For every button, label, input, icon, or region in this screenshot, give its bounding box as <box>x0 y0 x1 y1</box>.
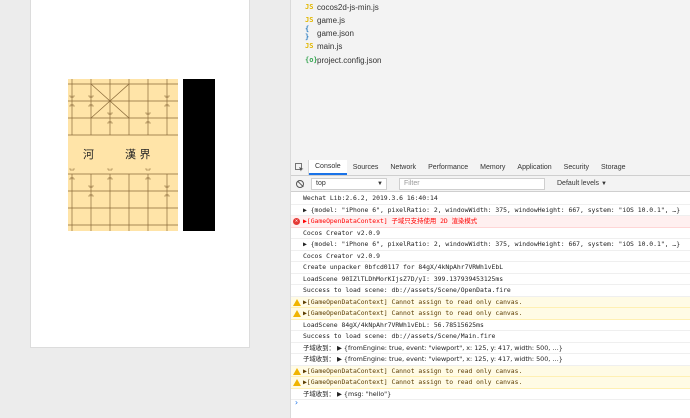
console-message: ▶ {model: "iPhone 6", pixelRatio: 2, win… <box>303 240 681 248</box>
console-message: Cocos Creator v2.0.9 <box>303 251 380 260</box>
console-prompt[interactable]: › <box>294 398 299 407</box>
log-levels-select[interactable]: Default levels ▼ <box>557 178 607 190</box>
console-line: Cocos Creator v2.0.9 <box>291 228 690 239</box>
console-warning-line[interactable]: ▶[GameOpenDataContext] Cannot assign to … <box>291 365 690 377</box>
simulator-panel: 河 漢 界 <box>0 0 290 418</box>
warning-icon <box>293 310 301 317</box>
shared-canvas-panel <box>183 79 215 231</box>
warning-icon <box>293 298 301 306</box>
tab-security[interactable]: Security <box>558 160 595 175</box>
console-line: LoadScene 90IZlTLDhMorKIjsZ7D/yI: 399.13… <box>291 274 690 285</box>
chess-board[interactable]: 河 漢 界 <box>68 79 178 231</box>
console-message: 子域收到： ▶ {fromEngine: true, event: "viewp… <box>303 355 563 363</box>
console-line[interactable]: 子域收到： ▶ {msg: "hello"} <box>291 389 690 400</box>
console-line[interactable]: ▶ {model: "iPhone 6", pixelRatio: 2, win… <box>291 205 690 216</box>
console-warning-line[interactable]: ▶[GameOpenDataContext] Cannot assign to … <box>291 377 690 389</box>
console-message: Cocos Creator v2.0.9 <box>303 228 380 237</box>
tab-sources[interactable]: Sources <box>347 160 385 175</box>
chevron-down-icon: ▼ <box>377 181 383 187</box>
inspect-element-icon[interactable] <box>291 160 309 175</box>
console-message: Success to load scene: db://assets/Scene… <box>303 286 511 294</box>
file-name: main.js <box>317 41 343 51</box>
chevron-down-icon: ▼ <box>600 181 607 187</box>
log-levels-label: Default levels <box>557 180 600 187</box>
ide-window: 河 漢 界 JS cocos2d-js-min.js JS game.js { … <box>0 0 690 418</box>
file-item[interactable]: { } game.json <box>305 25 354 41</box>
console-message: ▶ {model: "iPhone 6", pixelRatio: 2, win… <box>303 205 681 214</box>
console-message: ▶[GameOpenDataContext] 子域只支持使用 2D 渲染模式 <box>303 217 478 225</box>
tab-console[interactable]: Console <box>309 160 347 175</box>
console-message: 子域收到： ▶ {fromEngine: true, event: "viewp… <box>303 343 563 352</box>
file-item[interactable]: {o} project.config.json <box>305 53 381 67</box>
file-name: game.json <box>317 28 354 38</box>
console-warning-line[interactable]: ▶[GameOpenDataContext] Cannot assign to … <box>291 308 690 320</box>
js-file-icon: JS <box>305 42 314 50</box>
tab-network[interactable]: Network <box>384 160 422 175</box>
context-value: top <box>316 180 326 187</box>
console-toolbar: top ▼ Filter Default levels ▼ <box>291 176 690 192</box>
warning-icon <box>293 379 301 386</box>
river-label-right: 漢 界 <box>125 148 151 161</box>
file-name: game.js <box>317 15 346 25</box>
console-message: LoadScene 84gX/4kNpAhr7VRWh1vEbL: 56.785… <box>303 320 484 329</box>
file-name: cocos2d-js-min.js <box>317 2 379 12</box>
console-message: ▶[GameOpenDataContext] Cannot assign to … <box>303 366 523 375</box>
tab-memory[interactable]: Memory <box>474 160 511 175</box>
console-message: ▶[GameOpenDataContext] Cannot assign to … <box>303 309 523 317</box>
file-item[interactable]: JS main.js <box>305 39 342 53</box>
console-warning-line[interactable]: ▶[GameOpenDataContext] Cannot assign to … <box>291 296 690 308</box>
error-icon: ✕ <box>293 218 300 225</box>
console-line: Wechat Lib:2.6.2, 2019.3.6 16:40:14 <box>291 193 690 205</box>
devtools-panel: Console Sources Network Performance Memo… <box>290 160 690 418</box>
console-message: 子域收到： ▶ {msg: "hello"} <box>303 389 392 398</box>
file-tree: JS cocos2d-js-min.js JS game.js { } game… <box>290 0 690 160</box>
console-line: Cocos Creator v2.0.9 <box>291 251 690 262</box>
console-line[interactable]: ▶ {model: "iPhone 6", pixelRatio: 2, win… <box>291 239 690 251</box>
tab-performance[interactable]: Performance <box>422 160 474 175</box>
console-line: Create unpacker 0bfcd0117 for 84gX/4kNpA… <box>291 262 690 274</box>
file-name: project.config.json <box>317 55 382 65</box>
console-message: ▶[GameOpenDataContext] Cannot assign to … <box>303 378 523 386</box>
river-label-left: 河 <box>83 148 94 161</box>
console-message: ▶[GameOpenDataContext] Cannot assign to … <box>303 297 523 306</box>
tab-storage[interactable]: Storage <box>595 160 632 175</box>
console-message: Create unpacker 0bfcd0117 for 84gX/4kNpA… <box>303 263 504 271</box>
console-message: LoadScene 90IZlTLDhMorKIjsZ7D/yI: 399.13… <box>303 274 504 283</box>
file-item[interactable]: JS cocos2d-js-min.js <box>305 0 379 14</box>
console-line: Success to load scene: db://assets/Scene… <box>291 285 690 297</box>
console-message: Success to load scene: db://assets/Scene… <box>303 332 496 340</box>
console-message: Wechat Lib:2.6.2, 2019.3.6 16:40:14 <box>303 194 438 202</box>
console-line: LoadScene 84gX/4kNpAhr7VRWh1vEbL: 56.785… <box>291 320 690 331</box>
context-select[interactable]: top ▼ <box>311 178 387 190</box>
filter-input[interactable]: Filter <box>399 178 545 190</box>
phone-screen[interactable]: 河 漢 界 <box>30 0 250 348</box>
console-line[interactable]: 子域收到： ▶ {fromEngine: true, event: "viewp… <box>291 343 690 354</box>
console-output[interactable]: Wechat Lib:2.6.2, 2019.3.6 16:40:14 ▶ {m… <box>291 193 690 418</box>
console-line: Success to load scene: db://assets/Scene… <box>291 331 690 343</box>
config-file-icon: {o} <box>305 56 318 64</box>
warning-icon <box>293 367 301 375</box>
tab-application[interactable]: Application <box>511 160 557 175</box>
console-error-line[interactable]: ✕ ▶[GameOpenDataContext] 子域只支持使用 2D 渲染模式 <box>291 216 690 228</box>
js-file-icon: JS <box>305 16 314 24</box>
devtools-tabbar: Console Sources Network Performance Memo… <box>291 160 690 176</box>
console-line[interactable]: 子域收到： ▶ {fromEngine: true, event: "viewp… <box>291 354 690 366</box>
clear-console-icon[interactable] <box>296 180 304 188</box>
js-file-icon: JS <box>305 3 314 11</box>
